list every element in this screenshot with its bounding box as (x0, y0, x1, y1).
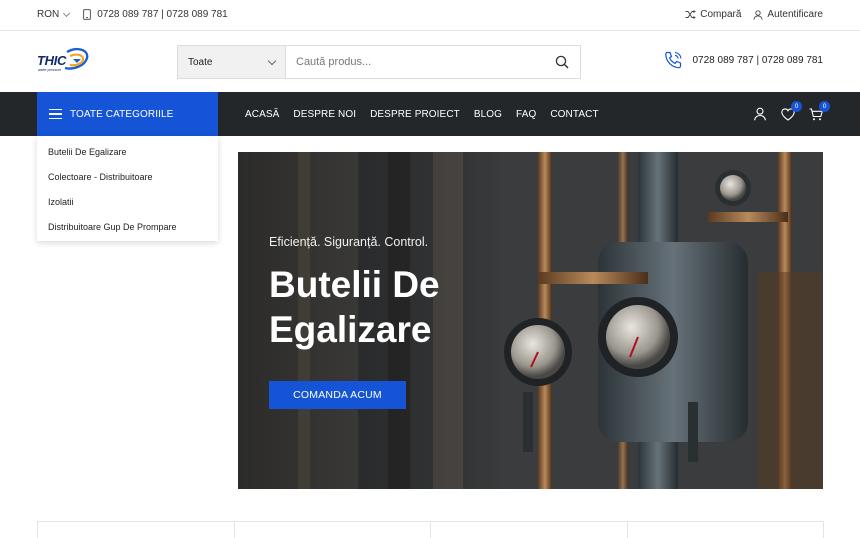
header: THIC water pressure Toate 0728 089 787 |… (0, 31, 860, 92)
all-categories-button[interactable]: TOATE CATEGORIILE (37, 92, 218, 136)
menu-item-despre-proiect[interactable]: DESPRE PROIECT (370, 109, 460, 120)
mobile-phone-icon (83, 9, 92, 20)
account-button[interactable] (753, 107, 767, 121)
search-category-select[interactable]: Toate (178, 46, 286, 78)
menu-item-acasa[interactable]: ACASĂ (245, 109, 279, 120)
compare-link[interactable]: Compară (685, 9, 741, 20)
search-bar: Toate (177, 45, 581, 79)
top-bar: RON 0728 089 787 | 0728 089 781 Compară … (0, 0, 860, 31)
hero-banner[interactable]: Eficiență. Siguranță. Control. Butelii D… (238, 152, 823, 489)
shuffle-icon (685, 10, 697, 19)
search-icon (555, 55, 569, 69)
feature-box (430, 521, 628, 538)
currency-label: RON (37, 9, 60, 20)
menu-item-contact[interactable]: CONTACT (550, 109, 598, 120)
feature-box (626, 521, 824, 538)
category-item-distribuitoare[interactable]: Distribuitoare Gup De Prompare (37, 214, 218, 239)
cart-count-badge: 0 (819, 100, 830, 112)
login-link[interactable]: Autentificare (753, 9, 823, 20)
search-input[interactable] (286, 46, 544, 78)
top-bar-left: RON 0728 089 787 | 0728 089 781 (37, 9, 228, 20)
category-item-colectoare[interactable]: Colectoare - Distribuitoare (37, 164, 218, 189)
feature-box (233, 521, 431, 538)
category-item-butelii[interactable]: Butelii De Egalizare (37, 139, 218, 164)
compare-label: Compară (700, 9, 742, 20)
hamburger-icon (49, 109, 62, 119)
feature-boxes (37, 521, 824, 538)
feature-box (37, 521, 235, 538)
top-bar-right: Compară Autentificare (673, 9, 823, 20)
menu-item-faq[interactable]: FAQ (516, 109, 536, 120)
category-item-izolatii[interactable]: Izolatii (37, 189, 218, 214)
main-navbar: TOATE CATEGORIILE ACASĂ DESPRE NOI DESPR… (0, 92, 860, 136)
user-icon (753, 107, 767, 121)
order-now-button[interactable]: COMANDA ACUM (269, 381, 406, 409)
search-button[interactable] (544, 46, 580, 78)
login-label: Autentificare (767, 9, 823, 20)
nav-icons: 0 0 (739, 92, 830, 136)
phone-call-icon (664, 51, 682, 69)
all-categories-label: TOATE CATEGORIILE (70, 108, 174, 120)
logo-text: THIC (37, 53, 67, 68)
user-icon (753, 9, 764, 20)
header-phone-numbers: 0728 089 787 | 0728 089 781 (692, 55, 824, 66)
chevron-down-icon (63, 9, 71, 17)
logo[interactable]: THIC water pressure (37, 44, 89, 78)
chevron-down-icon (267, 56, 277, 65)
top-phone[interactable]: 0728 089 787 | 0728 089 781 (83, 9, 228, 20)
main-menu: ACASĂ DESPRE NOI DESPRE PROIECT BLOG FAQ… (245, 92, 613, 136)
hero-tagline: Eficiență. Siguranță. Control. (269, 235, 429, 249)
cart-button[interactable]: 0 (809, 100, 830, 121)
categories-dropdown: Butelii De Egalizare Colectoare - Distri… (37, 136, 218, 241)
logo-subtext: water pressure (38, 68, 62, 72)
hero-title: Butelii De Egalizare (269, 264, 440, 350)
top-phone-numbers: 0728 089 787 | 0728 089 781 (97, 9, 228, 20)
menu-item-blog[interactable]: BLOG (474, 109, 502, 120)
wishlist-count-badge: 0 (791, 100, 802, 112)
wishlist-button[interactable]: 0 (781, 100, 802, 121)
menu-item-despre-noi[interactable]: DESPRE NOI (293, 109, 356, 120)
header-phone[interactable]: 0728 089 787 | 0728 089 781 (663, 50, 824, 71)
currency-selector[interactable]: RON (37, 9, 71, 20)
search-category-label: Toate (188, 56, 213, 68)
